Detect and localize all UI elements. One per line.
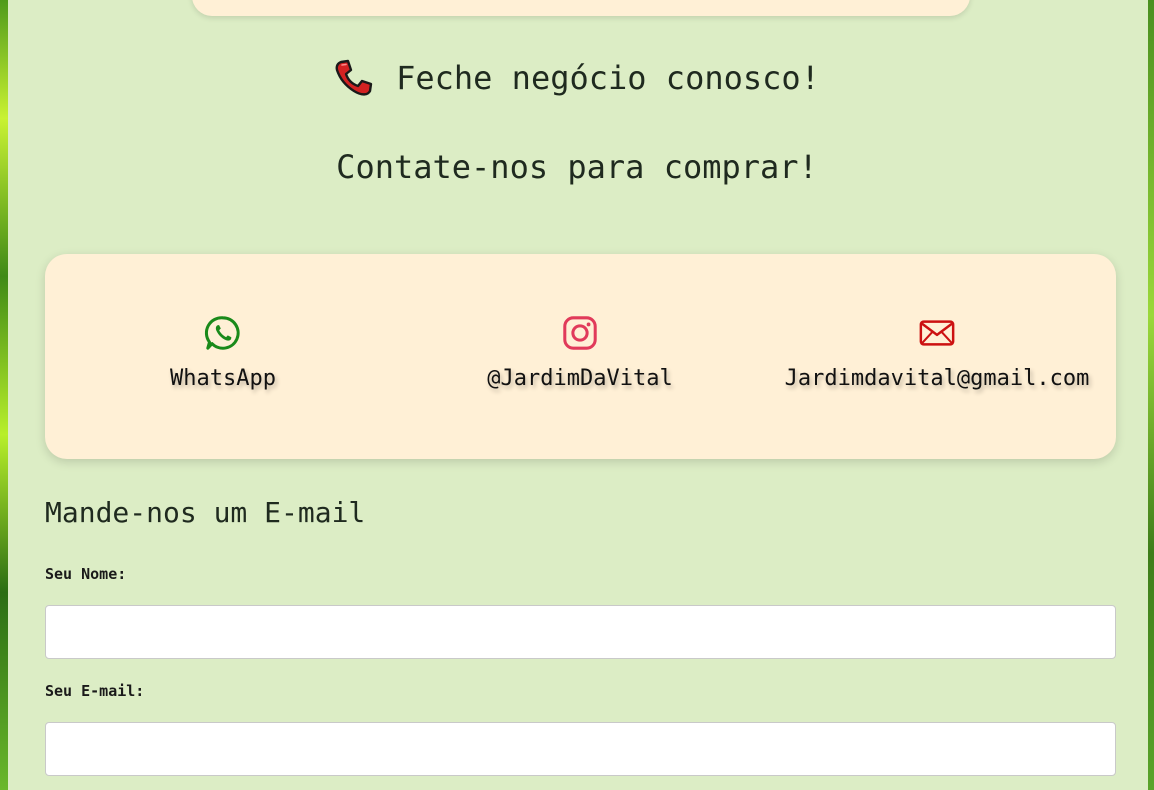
whatsapp-link[interactable]: WhatsApp [43,314,403,391]
whatsapp-icon [204,316,240,350]
instagram-icon [563,316,597,350]
email-field-label: Seu E-mail: [45,682,145,700]
email-label: Jardimdavital@gmail.com [784,366,1090,391]
instagram-label: @JardimDaVital [487,366,673,391]
section-subtitle: Contate-nos para comprar! [336,148,818,186]
email-form-heading: Mande-nos um E-mail [45,496,366,529]
name-field-label: Seu Nome: [45,565,127,583]
section-title: Feche negócio conosco! [0,56,1154,100]
telephone-receiver-icon [335,59,373,96]
name-input[interactable] [45,605,1116,659]
previous-section-card [192,0,970,16]
instagram-link[interactable]: @JardimDaVital [400,314,760,391]
email-icon [919,320,955,346]
email-link[interactable]: Jardimdavital@gmail.com [757,314,1117,391]
email-input[interactable] [45,722,1116,776]
contact-options-card: WhatsApp @JardimDaVital Jardimdavital@gm… [45,254,1116,459]
whatsapp-label: WhatsApp [170,366,276,391]
section-title-text: Feche negócio conosco! [396,59,820,97]
